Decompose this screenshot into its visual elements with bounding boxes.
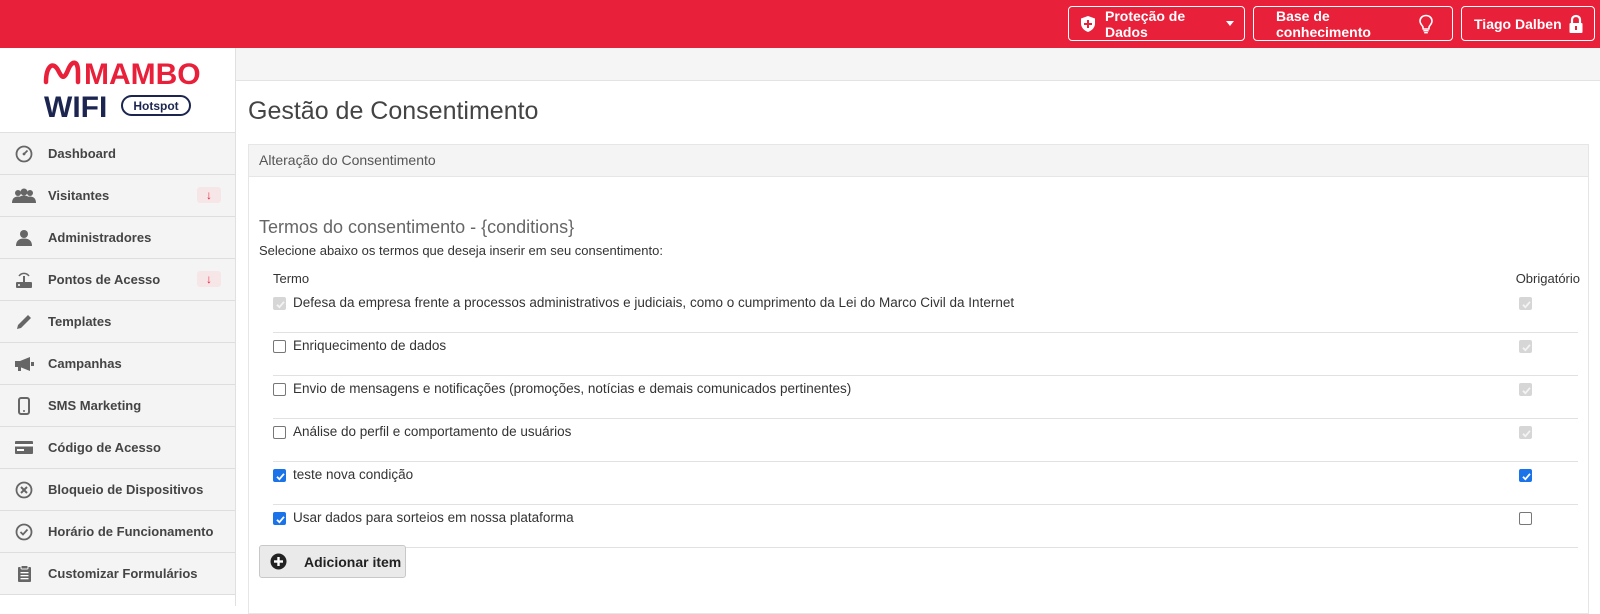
required-checkbox xyxy=(1519,426,1532,439)
user-menu-button[interactable]: Tiago Dalben xyxy=(1461,6,1595,41)
sidebar-item-label: Administradores xyxy=(48,230,152,245)
new-indicator-badge: ↓ xyxy=(197,187,221,203)
sidebar-item-pontos-de-acesso[interactable]: Pontos de Acesso ↓ xyxy=(0,259,235,301)
sidebar-item-codigo-de-acesso[interactable]: Código de Acesso xyxy=(0,427,235,469)
base-conhecimento-button[interactable]: Base de conhecimento xyxy=(1253,6,1453,41)
card-icon xyxy=(0,440,48,455)
sidebar-item-label: Templates xyxy=(48,314,112,329)
add-item-label: Adicionar item xyxy=(304,553,402,570)
required-checkbox xyxy=(1519,297,1532,310)
block-icon xyxy=(0,481,48,499)
sidebar-item-label: Campanhas xyxy=(48,356,122,371)
user-name: Tiago Dalben xyxy=(1474,15,1562,32)
sidebar-item-label: Pontos de Acesso xyxy=(48,272,161,287)
user-icon xyxy=(0,229,48,246)
term-row: Envio de mensagens e notificações (promo… xyxy=(273,376,1578,419)
sidebar-item-sms-marketing[interactable]: SMS Marketing xyxy=(0,385,235,427)
sidebar-item-label: Customizar Formulários xyxy=(48,566,198,581)
sidebar: MAMBO WIFI Hotspot Dashboard Visitantes ↓ A… xyxy=(0,48,236,606)
term-checkbox xyxy=(273,297,286,310)
sidebar-item-label: Horário de Funcionamento xyxy=(48,524,214,539)
panel-title: Alteração do Consentimento xyxy=(249,145,1588,177)
logo-graphic: MAMBO WIFI Hotspot xyxy=(43,58,201,124)
pencil-icon xyxy=(0,313,48,331)
required-checkbox xyxy=(1519,340,1532,353)
required-checkbox[interactable] xyxy=(1519,469,1532,482)
shield-icon xyxy=(1081,15,1095,32)
clock-icon xyxy=(0,523,48,541)
mambo-wifi-logo[interactable]: MAMBO WIFI Hotspot xyxy=(0,48,235,133)
term-row: teste nova condição xyxy=(273,462,1578,505)
section-description: Selecione abaixo os termos que deseja in… xyxy=(259,243,663,258)
column-header-termo: Termo xyxy=(273,271,310,286)
term-label: teste nova condição xyxy=(293,467,414,482)
term-row: Análise do perfil e comportamento de usu… xyxy=(273,419,1578,462)
top-navbar: Proteção de Dados Base de conhecimento T… xyxy=(0,0,1600,48)
logo-text-wifi: WIFI xyxy=(44,91,107,124)
term-label: Enriquecimento de dados xyxy=(293,338,447,353)
main-content: Gestão de Consentimento Alteração do Con… xyxy=(236,48,1600,614)
users-icon xyxy=(0,188,48,204)
phone-icon xyxy=(0,396,48,415)
sidebar-item-administradores[interactable]: Administradores xyxy=(0,217,235,259)
column-header-obrigatorio: Obrigatório xyxy=(1515,271,1580,286)
term-label: Análise do perfil e comportamento de usu… xyxy=(293,424,572,439)
section-title: Termos do consentimento - {conditions} xyxy=(259,217,575,237)
sidebar-item-campanhas[interactable]: Campanhas xyxy=(0,343,235,385)
term-row: Defesa da empresa frente a processos adm… xyxy=(273,290,1578,333)
term-row: Enriquecimento de dados xyxy=(273,333,1578,376)
logo-text-mambo: MAMBO xyxy=(84,58,201,91)
clipboard-icon xyxy=(0,564,48,583)
sidebar-item-templates[interactable]: Templates xyxy=(0,301,235,343)
protecao-dados-label: Proteção de Dados xyxy=(1105,7,1186,40)
sidebar-item-label: Bloqueio de Dispositivos xyxy=(48,482,204,497)
logo-hotspot-badge: Hotspot xyxy=(133,99,178,113)
sidebar-item-label: Código de Acesso xyxy=(48,440,161,455)
sidebar-item-visitantes[interactable]: Visitantes ↓ xyxy=(0,175,235,217)
term-checkbox[interactable] xyxy=(273,426,286,439)
plus-circle-icon xyxy=(270,553,287,570)
required-checkbox[interactable] xyxy=(1519,512,1532,525)
term-label: Defesa da empresa frente a processos adm… xyxy=(293,295,1015,310)
sidebar-item-customizar-formularios[interactable]: Customizar Formulários xyxy=(0,553,235,595)
base-conhecimento-label: Base de conhecimento xyxy=(1276,7,1371,40)
term-checkbox[interactable] xyxy=(273,340,286,353)
sidebar-item-label: Visitantes xyxy=(48,188,110,203)
dashboard-icon xyxy=(0,145,48,163)
term-checkbox[interactable] xyxy=(273,383,286,396)
sidebar-item-label: SMS Marketing xyxy=(48,398,142,413)
caret-down-icon xyxy=(1226,21,1234,26)
term-checkbox[interactable] xyxy=(273,512,286,525)
megaphone-icon xyxy=(0,356,48,372)
lightbulb-icon xyxy=(1419,14,1433,33)
sub-toolbar xyxy=(236,48,1600,81)
term-row: Usar dados para sorteios em nossa plataf… xyxy=(273,505,1578,548)
sidebar-item-bloqueio-de-dispositivos[interactable]: Bloqueio de Dispositivos xyxy=(0,469,235,511)
sidebar-item-label: Dashboard xyxy=(48,146,116,161)
add-item-button[interactable]: Adicionar item xyxy=(259,545,406,578)
protecao-dados-dropdown[interactable]: Proteção de Dados xyxy=(1068,6,1245,41)
lock-icon xyxy=(1569,14,1583,33)
term-label: Envio de mensagens e notificações (promo… xyxy=(293,381,852,396)
consent-panel: Alteração do Consentimento Termos do con… xyxy=(248,144,1589,614)
term-checkbox[interactable] xyxy=(273,469,286,482)
sidebar-item-horario-de-funcionamento[interactable]: Horário de Funcionamento xyxy=(0,511,235,553)
sidebar-nav: Dashboard Visitantes ↓ Administradores Ponto… xyxy=(0,133,235,595)
required-checkbox xyxy=(1519,383,1532,396)
new-indicator-badge: ↓ xyxy=(197,271,221,287)
page-title: Gestão de Consentimento xyxy=(248,97,539,125)
term-label: Usar dados para sorteios em nossa plataf… xyxy=(293,510,574,525)
router-icon xyxy=(0,271,48,289)
sidebar-item-dashboard[interactable]: Dashboard xyxy=(0,133,235,175)
